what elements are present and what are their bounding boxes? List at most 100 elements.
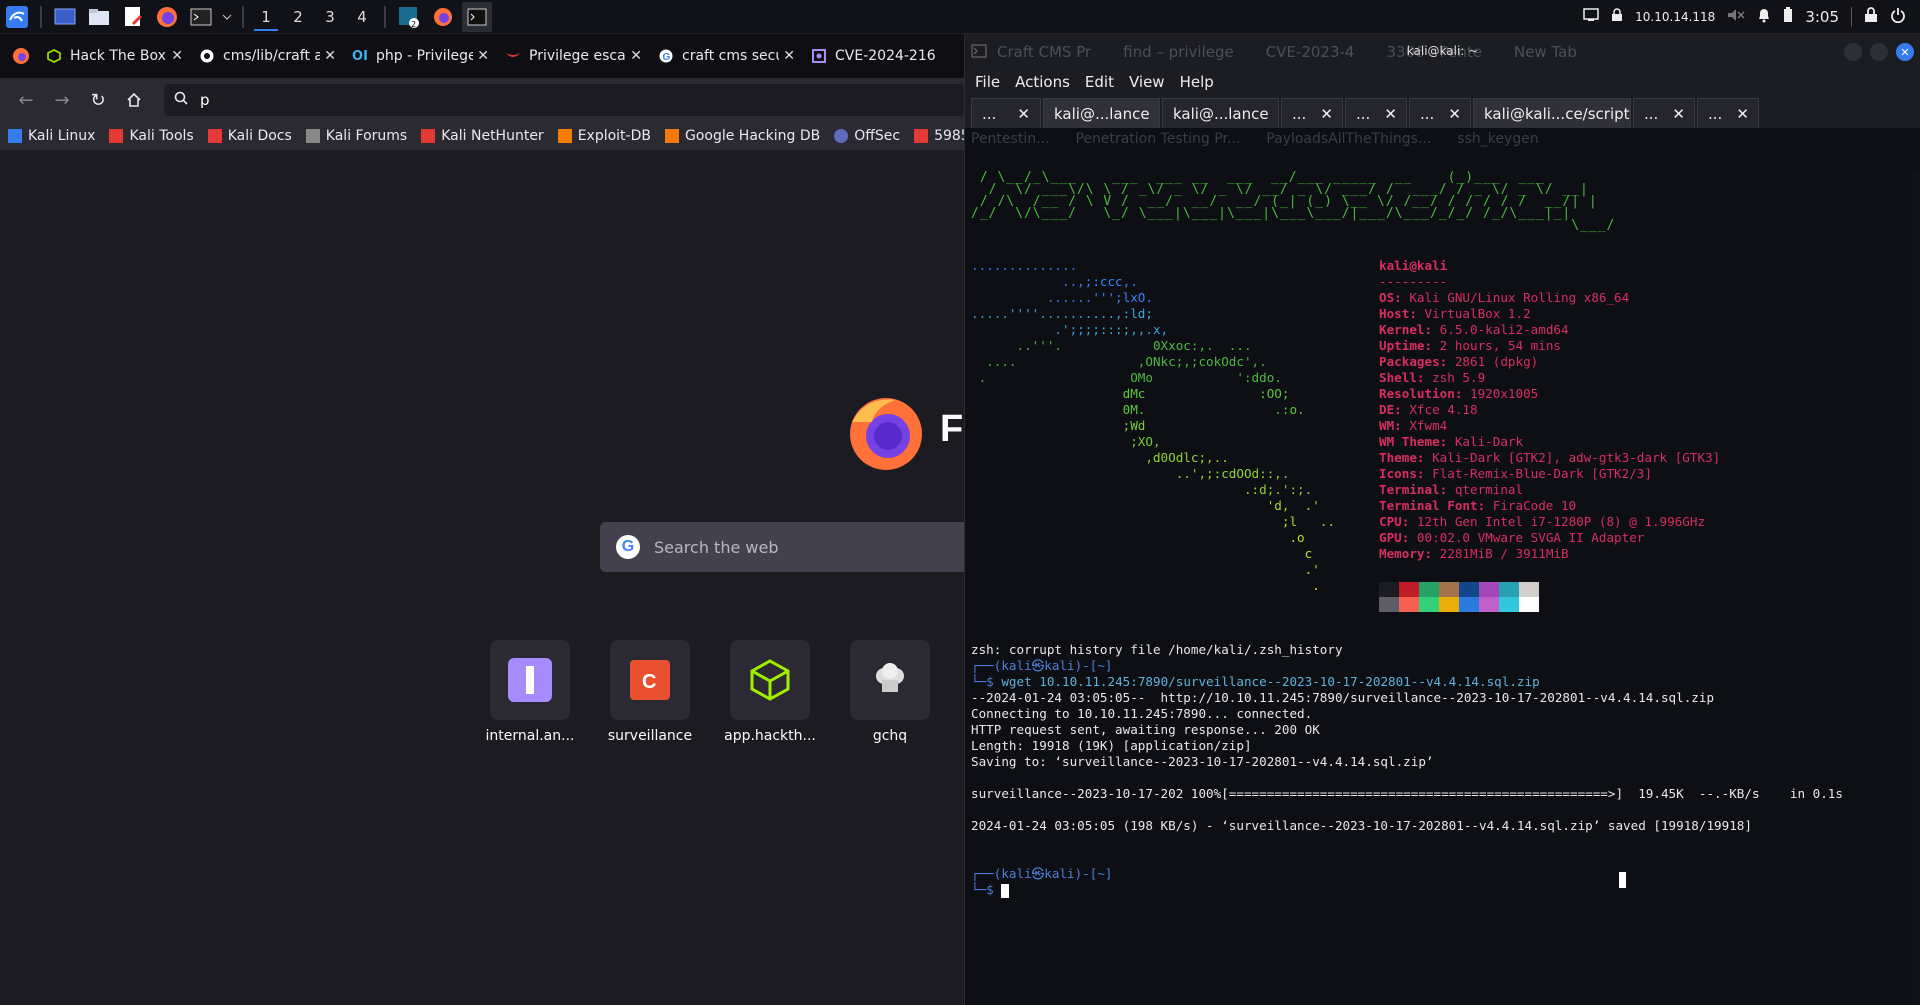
tab-cve-2024[interactable]: CVE-2024-216 [803,38,956,74]
info-row: Memory: 2281MiB / 3911MiB [1379,546,1720,562]
info-row: DE: Xfce 4.18 [1379,402,1720,418]
bookmark-kali-linux[interactable]: Kali Linux [8,128,95,144]
bookmark-kali-tools[interactable]: Kali Tools [109,128,194,144]
close-icon[interactable]: ✕ [1384,105,1397,123]
terminal-tab[interactable]: ... ✕ [1281,98,1343,128]
close-icon[interactable]: ✕ [1736,105,1749,123]
kali-menu-icon[interactable] [2,2,32,32]
close-icon[interactable]: ✕ [1320,105,1333,123]
file-manager-icon[interactable] [84,2,114,32]
info-value: 00:02.0 VMware SVGA II Adapter [1416,530,1645,545]
close-icon[interactable]: ✕ [630,48,642,64]
menu-edit[interactable]: Edit [1085,73,1114,91]
github-icon [199,48,215,64]
prompt-command-line: └─$ wget 10.10.11.245:7890/surveillance-… [971,674,1843,690]
taskbar-terminal-group-icon[interactable]: 2 [394,2,424,32]
terminal-tab-label: ... [1420,104,1435,123]
bookmark-red-icon [914,129,929,143]
close-icon[interactable]: ✕ [783,48,795,64]
htb-cube-icon [750,659,790,701]
terminal-launcher-icon[interactable] [186,2,216,32]
search-web-input[interactable]: G Search the web [600,522,1020,572]
bookmark-google-hacking-db[interactable]: Google Hacking DB [664,128,820,144]
info-value: Kali-Dark [GTK2], adw-gtk3-dark [GTK3] [1432,450,1721,465]
chevron-down-icon[interactable] [220,2,234,32]
terminal-tab[interactable]: kali@...lance✕ [1162,98,1295,128]
top-site-surveillance[interactable]: C surveillance [608,640,692,744]
taskbar-firefox-icon[interactable] [428,2,458,32]
offsec-icon [834,129,849,143]
close-icon[interactable]: ✕ [171,48,183,64]
menu-actions[interactable]: Actions [1015,73,1070,91]
terminal-tab[interactable]: ... ✕ [1697,98,1759,128]
terminal-tab[interactable]: ... ✕ [971,98,1041,128]
logo-line: ..,;:ccc,. [971,274,1138,289]
lock-screen-icon[interactable] [1864,7,1878,27]
taskbar-terminal-icon[interactable] [462,1,492,32]
top-site-app-hackthebox[interactable]: app.hackth... [724,640,816,744]
bookmark-offsec[interactable]: OffSec [834,128,900,144]
tab-privilege-escalation[interactable]: Privilege escal ✕ [497,38,650,74]
info-key: WM: [1379,418,1410,433]
text-editor-icon[interactable] [118,2,148,32]
info-value: 6.5.0-kali2-amd64 [1439,322,1569,337]
tab-php-privilege[interactable]: OI php - Privilege ✕ [344,38,497,74]
close-icon[interactable]: ✕ [1672,105,1685,123]
terminal-menubar: File Actions Edit View Help [965,70,1920,94]
tile-box [490,640,570,720]
back-arrow-icon[interactable]: ← [8,84,44,116]
firefox-view-icon[interactable] [4,38,38,74]
bookmark-kali-docs[interactable]: Kali Docs [207,128,292,144]
mouse-text-cursor [1619,872,1626,888]
terminal-tab[interactable]: ... ✕ [1409,98,1471,128]
power-icon[interactable] [1890,7,1906,27]
home-icon[interactable] [116,84,152,116]
firefox-logo-icon [846,392,926,476]
close-icon[interactable]: ✕ [324,48,336,64]
workspace-2[interactable]: 2 [282,2,314,32]
menu-file[interactable]: File [975,73,1000,91]
info-key: WM Theme: [1379,434,1455,449]
menu-help[interactable]: Help [1180,73,1214,91]
terminal-tab-active[interactable]: kali@kali...ce/script✕ [1473,98,1656,128]
close-icon[interactable]: ✕ [477,48,489,64]
clock[interactable]: 3:05 [1805,8,1839,26]
terminal-tab[interactable]: ... ✕ [1345,98,1407,128]
close-icon[interactable]: ✕ [1017,105,1030,123]
bookmark-kali-forums[interactable]: Kali Forums [305,128,407,144]
notification-bell-icon[interactable] [1757,7,1771,27]
battery-icon[interactable] [1783,7,1793,27]
workspace-1[interactable]: 1 [250,2,282,32]
swatch-column [1399,582,1419,612]
close-icon[interactable]: ✕ [1448,105,1461,123]
workspace-4[interactable]: 4 [346,2,378,32]
tile-box [730,640,810,720]
terminal-scrollbar[interactable] [1911,172,1920,1005]
show-desktop-icon[interactable] [50,2,80,32]
top-site-internal[interactable]: internal.an... [486,640,574,744]
bookmark-exploit-db[interactable]: Exploit-DB [557,128,651,144]
bookmark-kali-nethunter[interactable]: Kali NetHunter [421,128,544,144]
tab-hack-the-box[interactable]: Hack The Box ✕ [38,38,191,74]
url-input[interactable]: p [164,84,964,116]
workspace-3[interactable]: 3 [314,2,346,32]
menu-view[interactable]: View [1129,73,1165,91]
display-icon[interactable] [1583,8,1599,26]
forward-arrow-icon[interactable]: → [44,84,80,116]
tab-github-craft[interactable]: cms/lib/craft a ✕ [191,38,344,74]
terminal-tab[interactable]: kali@...lance✕ [1043,98,1176,128]
info-key: Host: [1379,306,1425,321]
mute-icon[interactable] [1727,8,1745,26]
terminal-output[interactable]: / \__/_\___ ___ ___ __ ___ __/___ _____ … [965,171,1920,1005]
top-site-gchq[interactable]: gchq [850,640,930,744]
vpn-lock-icon[interactable] [1611,8,1623,26]
minimize-button[interactable] [1844,43,1862,61]
terminal-tab[interactable]: ... ✕ [1633,98,1695,128]
maximize-button[interactable] [1870,43,1888,61]
reload-icon[interactable]: ↻ [80,84,116,116]
tab-craft-cms-security[interactable]: G craft cms secu ✕ [650,38,803,74]
logo-line: .:d;.':;. [971,482,1313,497]
close-window-button[interactable]: ✕ [1896,43,1914,61]
bookmark-5985-5986[interactable]: 5985,5986 [914,128,964,144]
firefox-launcher-icon[interactable] [152,2,182,32]
